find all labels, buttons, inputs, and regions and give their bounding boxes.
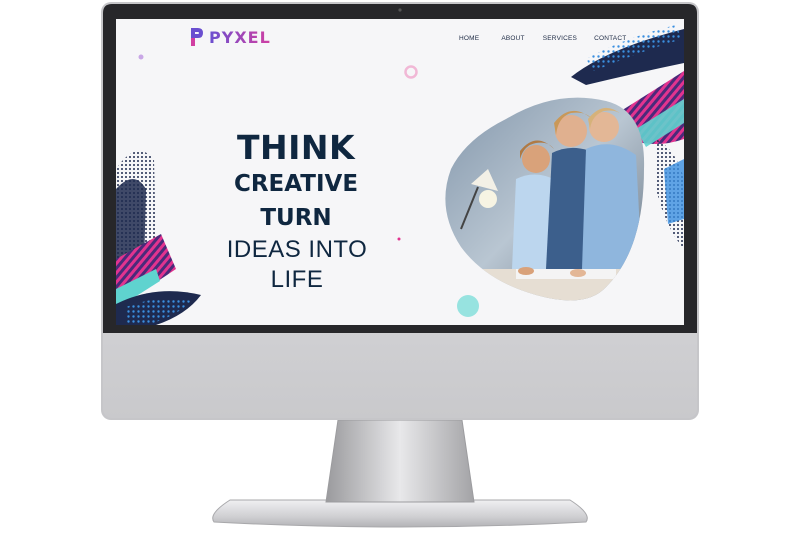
hero-heading: THINK CREATIVE TURN IDEAS INTO LIFE xyxy=(196,129,396,295)
nav-contact[interactable]: CONTACT xyxy=(594,35,626,42)
nav-about[interactable]: ABOUT xyxy=(501,35,524,42)
brand-name: PYXEL xyxy=(209,27,271,47)
logo-icon xyxy=(191,28,203,46)
team-working-photo xyxy=(445,97,645,301)
hero-line-creative: CREATIVE xyxy=(233,171,359,197)
nav-home[interactable]: HOME xyxy=(459,35,479,42)
hero-line-ideas: IDEAS INTO LIFE xyxy=(226,236,368,293)
hero-line-think: THINK xyxy=(236,128,356,167)
nav-services[interactable]: SERVICES xyxy=(543,35,577,42)
monitor-mockup: PYXEL HOME ABOUT SERVICES CONTACT THINK … xyxy=(0,0,800,533)
brand-logo[interactable]: PYXEL xyxy=(190,27,271,47)
hero-line-turn: TURN xyxy=(260,205,332,231)
main-navigation: HOME ABOUT SERVICES CONTACT xyxy=(459,35,626,42)
website-screen: PYXEL HOME ABOUT SERVICES CONTACT THINK … xyxy=(116,19,684,325)
